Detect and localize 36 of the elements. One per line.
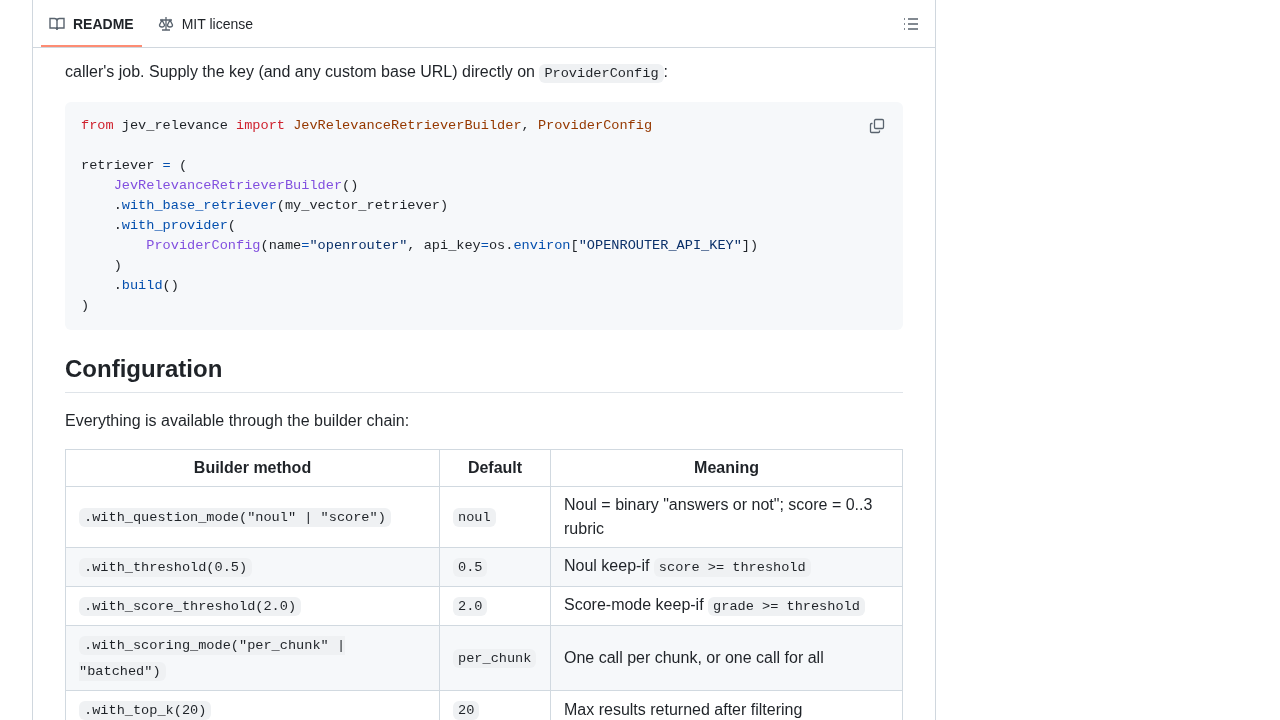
code-line: )	[81, 297, 90, 315]
readme-tab[interactable]: MIT license	[149, 0, 261, 47]
table-cell: 2.0	[439, 586, 551, 626]
table-cell: Score-mode keep-if grade >= threshold	[550, 586, 903, 626]
table-cell: .with_scoring_mode("per_chunk" | "batched")	[65, 625, 440, 691]
column-header: Meaning	[550, 449, 903, 487]
code-line: .with_base_retriever(my_vector_retriever)	[112, 197, 449, 215]
copy-icon	[869, 118, 885, 134]
section-heading: Configuration	[65, 354, 903, 393]
table-cell: .with_threshold(0.5)	[65, 547, 440, 587]
list-icon	[903, 15, 919, 32]
column-header: Builder method	[65, 449, 440, 487]
code-line: .with_provider(	[112, 217, 237, 235]
table-cell: .with_top_k(20)	[65, 690, 440, 720]
table-cell: .with_question_mode("noul" | "score")	[65, 486, 440, 548]
table-cell: Max results returned after filtering	[550, 690, 903, 720]
code-line: from jev_relevance import JevRelevanceRetrieverBuilder, ProviderConfig	[81, 117, 653, 135]
lead-paragraph: Everything is available through the builder chain:	[65, 411, 411, 431]
table-cell: One call per chunk, or one call for all	[550, 625, 903, 691]
column-header: Default	[439, 449, 551, 487]
readme-tab[interactable]: README	[41, 0, 142, 47]
book-icon	[49, 15, 65, 32]
table-cell: Noul keep-if score >= threshold	[550, 547, 903, 587]
table-cell: noul	[439, 486, 551, 548]
table-cell: Noul = binary "answers or not"; score = 0..3 rubric	[550, 486, 903, 548]
scale-icon	[157, 15, 174, 32]
code-line: retriever = (	[81, 157, 188, 175]
table-cell: .with_score_threshold(2.0)	[65, 586, 440, 626]
code-line: ProviderConfig(name="openrouter", api_key=os.environ["OPENROUTER_API_KEY"])	[145, 237, 759, 255]
intro-paragraph: caller's job. Supply the key (and any custom base URL) directly on ProviderConfig :	[65, 62, 670, 84]
table-cell: 20	[439, 690, 551, 720]
code-line: .build()	[112, 277, 179, 295]
code-line: JevRelevanceRetrieverBuilder()	[112, 177, 359, 195]
table-cell: 0.5	[439, 547, 551, 587]
table-cell: per_chunk	[439, 625, 551, 691]
code-line: )	[112, 257, 122, 275]
